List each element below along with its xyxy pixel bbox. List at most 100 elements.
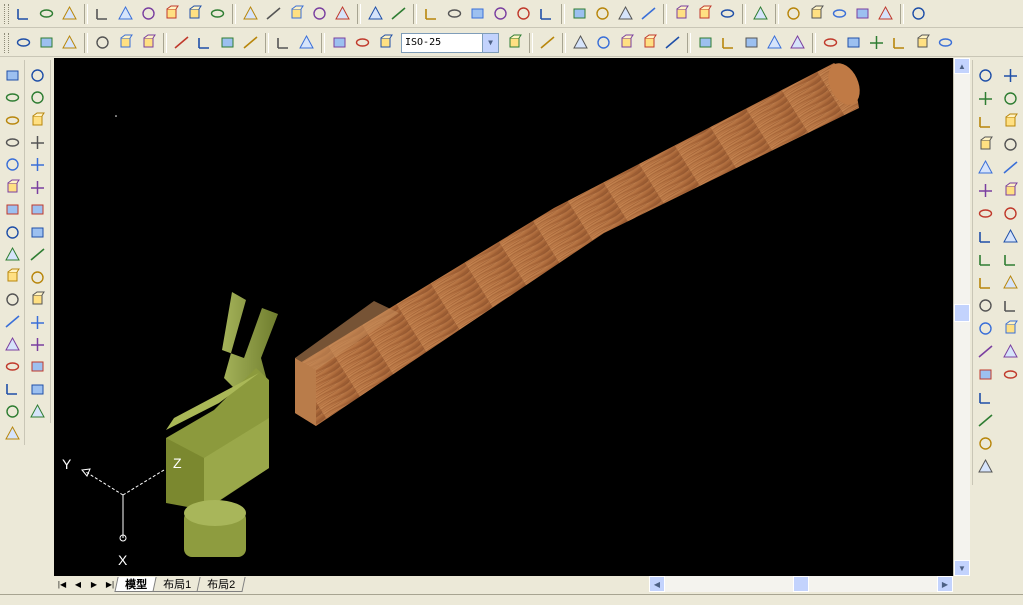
offset-icon[interactable] xyxy=(27,132,48,152)
break-icon[interactable] xyxy=(27,334,48,354)
tab-layout2[interactable]: 布局2 xyxy=(196,576,246,592)
mapping-icon[interactable] xyxy=(783,3,804,24)
setup-drawing-icon[interactable] xyxy=(1000,318,1021,339)
iso-ne-icon[interactable] xyxy=(592,3,613,24)
tolerance-icon[interactable] xyxy=(273,32,294,53)
extend-icon[interactable] xyxy=(27,289,48,309)
cone-solid-icon[interactable] xyxy=(1000,134,1021,155)
box-icon[interactable] xyxy=(593,32,614,53)
separate-icon[interactable] xyxy=(975,410,996,431)
ucs-face-icon[interactable] xyxy=(92,3,113,24)
render-icon[interactable] xyxy=(671,3,692,24)
toolbar-grip[interactable] xyxy=(4,3,9,24)
view-top-icon[interactable] xyxy=(388,3,409,24)
view-bottom-icon[interactable] xyxy=(421,3,442,24)
mirror-icon[interactable] xyxy=(27,110,48,130)
dim-update-icon[interactable] xyxy=(375,32,396,53)
copy-icon[interactable] xyxy=(27,87,48,107)
shade-2d-icon[interactable] xyxy=(365,3,386,24)
torus-icon[interactable] xyxy=(764,32,785,53)
multiline-text-icon[interactable] xyxy=(2,424,23,444)
scene-icon[interactable] xyxy=(694,3,715,24)
baseline-dim-icon[interactable] xyxy=(194,32,215,53)
tab-next-icon[interactable]: ▶ xyxy=(86,577,102,591)
imprint-icon[interactable] xyxy=(975,364,996,385)
vertical-scrollbar[interactable]: ▲ ▼ xyxy=(953,58,970,576)
delete-faces-icon[interactable] xyxy=(975,203,996,224)
line-icon[interactable] xyxy=(2,65,23,85)
surface-3d-icon[interactable] xyxy=(935,32,956,53)
sphere-solid-icon[interactable] xyxy=(1000,88,1021,109)
statistics-icon[interactable] xyxy=(908,3,929,24)
explode-icon[interactable] xyxy=(27,402,48,422)
dim-text-edit-icon[interactable] xyxy=(352,32,373,53)
solid-cone-icon[interactable] xyxy=(662,32,683,53)
materials-icon[interactable] xyxy=(750,3,771,24)
dim-style-icon[interactable] xyxy=(504,32,525,53)
tab-prev-icon[interactable]: ◀ xyxy=(70,577,86,591)
ellipse-icon[interactable] xyxy=(2,267,23,287)
construction-line-icon[interactable] xyxy=(2,87,23,107)
array-icon[interactable] xyxy=(27,155,48,175)
view-left-icon[interactable] xyxy=(444,3,465,24)
vertical-scroll-thumb[interactable] xyxy=(954,304,970,322)
dome-icon[interactable] xyxy=(718,32,739,53)
slice-icon[interactable] xyxy=(570,32,591,53)
continue-dim-icon[interactable] xyxy=(217,32,238,53)
ucs-previous-icon[interactable] xyxy=(59,3,80,24)
center-mark-icon[interactable] xyxy=(296,32,317,53)
dish-icon[interactable] xyxy=(741,32,762,53)
arc-icon[interactable] xyxy=(2,177,23,197)
ucs-y-icon[interactable] xyxy=(263,3,284,24)
spline-icon[interactable] xyxy=(2,244,23,264)
slice-solid-icon[interactable] xyxy=(1000,249,1021,270)
rotate-icon[interactable] xyxy=(27,200,48,220)
tab-layout1[interactable]: 布局1 xyxy=(152,576,202,592)
extrude-icon[interactable] xyxy=(1000,203,1021,224)
ucs-view-icon[interactable] xyxy=(138,3,159,24)
revolved-icon[interactable] xyxy=(843,32,864,53)
section-icon[interactable] xyxy=(537,32,558,53)
copy-edges-icon[interactable] xyxy=(975,318,996,339)
mesh-icon[interactable] xyxy=(787,32,808,53)
revolve-icon[interactable] xyxy=(1000,226,1021,247)
color-faces-icon[interactable] xyxy=(975,295,996,316)
fillet-icon[interactable] xyxy=(27,379,48,399)
break-at-point-icon[interactable] xyxy=(27,312,48,332)
wedge-solid-icon[interactable] xyxy=(1000,157,1021,178)
scroll-up-button[interactable]: ▲ xyxy=(954,58,970,74)
named-ucs-icon[interactable] xyxy=(332,3,353,24)
lights-icon[interactable] xyxy=(717,3,738,24)
aligned-dim-icon[interactable] xyxy=(36,32,57,53)
section-solid-icon[interactable] xyxy=(1000,272,1021,293)
polyline-icon[interactable] xyxy=(2,110,23,130)
extrude-faces-icon[interactable] xyxy=(975,134,996,155)
iso-sw-icon[interactable] xyxy=(536,3,557,24)
make-block-icon[interactable] xyxy=(2,334,23,354)
camera-icon[interactable] xyxy=(638,3,659,24)
shell-icon[interactable] xyxy=(975,433,996,454)
view-right-icon[interactable] xyxy=(467,3,488,24)
iso-nw-icon[interactable] xyxy=(615,3,636,24)
intersect-icon[interactable] xyxy=(975,111,996,132)
iso-se-icon[interactable] xyxy=(569,3,590,24)
ucs-apply-icon[interactable] xyxy=(309,3,330,24)
dimstyle-select[interactable]: ISO-25 ▼ xyxy=(401,32,499,53)
scale-icon[interactable] xyxy=(27,222,48,242)
insert-block-icon[interactable] xyxy=(2,311,23,331)
ucs-x-icon[interactable] xyxy=(240,3,261,24)
quick-dim-icon[interactable] xyxy=(171,32,192,53)
linear-dim-icon[interactable] xyxy=(13,32,34,53)
ellipse-arc-icon[interactable] xyxy=(2,289,23,309)
dim-edit-icon[interactable] xyxy=(329,32,350,53)
ucs-z-icon[interactable] xyxy=(286,3,307,24)
view-front-icon[interactable] xyxy=(490,3,511,24)
ucs-3point-icon[interactable] xyxy=(207,3,228,24)
landscape-icon[interactable] xyxy=(806,3,827,24)
ucs-origin-icon[interactable] xyxy=(161,3,182,24)
view-back-icon[interactable] xyxy=(513,3,534,24)
toolbar-grip[interactable] xyxy=(4,32,9,53)
revision-cloud-icon[interactable] xyxy=(2,222,23,242)
check-icon[interactable] xyxy=(975,456,996,477)
rotate-faces-icon[interactable] xyxy=(975,226,996,247)
